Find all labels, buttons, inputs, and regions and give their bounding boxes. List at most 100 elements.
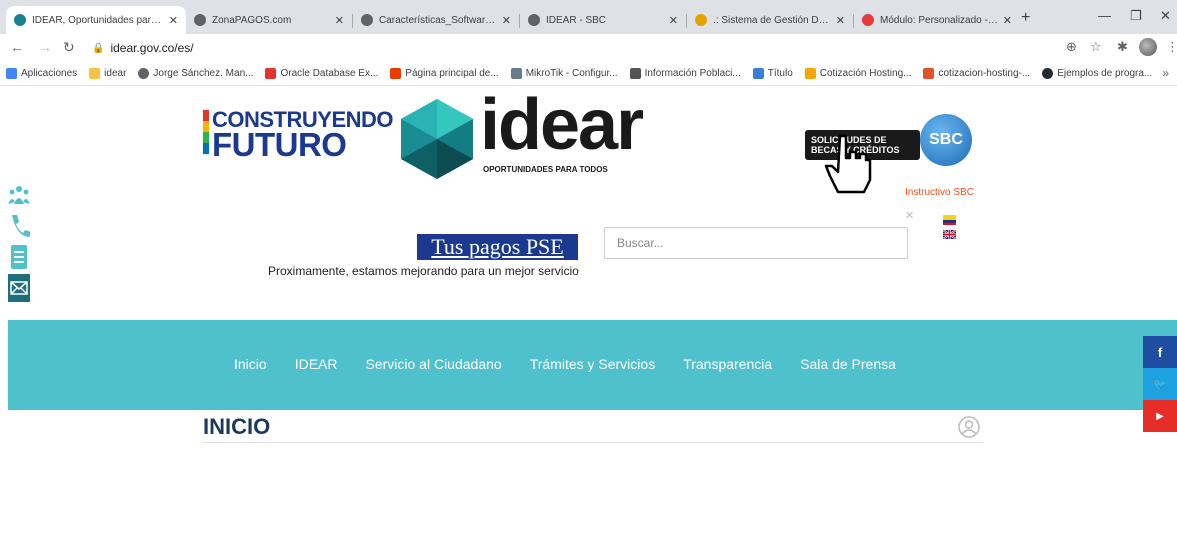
- bookmark-cotizacion-hosting-2[interactable]: cotizacion-hosting-...: [923, 68, 1030, 79]
- hosting-icon: [804, 68, 816, 79]
- spanish-flag-icon[interactable]: [943, 215, 956, 225]
- twitter-icon[interactable]: 🐦: [1143, 368, 1177, 400]
- pse-label: Tus pagos PSE: [431, 234, 564, 259]
- globe-icon: [194, 14, 206, 26]
- bookmark-label: Información Poblaci...: [644, 68, 741, 79]
- globe-icon: [138, 68, 150, 79]
- bookmark-label: Ejemplos de progra...: [1057, 68, 1153, 79]
- bookmark-oracle[interactable]: Oracle Database Ex...: [265, 68, 378, 79]
- maintenance-notice: Proximamente, estamos mejorando para un …: [268, 264, 579, 278]
- office-icon: [390, 68, 402, 79]
- sbc-badge-label: SBC: [929, 131, 963, 148]
- tab-label: .: Sistema de Gestión Documen: [713, 14, 832, 26]
- globe-icon: [361, 14, 373, 26]
- close-tab-icon[interactable]: ✕: [502, 14, 511, 27]
- nav-inicio[interactable]: Inicio: [234, 356, 267, 372]
- close-icon[interactable]: ✕: [905, 209, 914, 222]
- restore-button[interactable]: ❐: [1130, 8, 1142, 24]
- globe-icon: [528, 14, 540, 26]
- joomla-favicon-icon: [862, 14, 874, 26]
- close-window-button[interactable]: ✕: [1160, 8, 1171, 24]
- logo-cf-line2: FUTURO: [212, 126, 347, 163]
- mikrotik-icon: [510, 68, 522, 79]
- close-tab-icon[interactable]: ✕: [836, 14, 845, 27]
- bookmark-label: Título: [767, 68, 793, 79]
- facebook-icon[interactable]: f: [1143, 336, 1177, 368]
- bookmark-label: cotizacion-hosting-...: [938, 68, 1031, 79]
- forward-button[interactable]: →: [38, 39, 52, 55]
- nav-transparencia[interactable]: Transparencia: [683, 356, 772, 372]
- instructivo-sbc-link[interactable]: Instructivo SBC: [905, 187, 974, 198]
- document-icon[interactable]: [8, 242, 30, 272]
- nav-idear[interactable]: IDEAR: [295, 356, 338, 372]
- bookmark-pagina-principal[interactable]: Página principal de...: [390, 68, 499, 79]
- address-bar[interactable]: 🔒 idear.gov.co/es/: [92, 37, 1132, 59]
- url-text: idear.gov.co/es/: [110, 41, 194, 55]
- sbc-badge[interactable]: SBC: [920, 114, 972, 166]
- star-icon[interactable]: ☆: [1090, 39, 1102, 55]
- bookmark-ejemplos[interactable]: Ejemplos de progra...: [1042, 68, 1152, 79]
- extensions-icon[interactable]: ✱: [1117, 39, 1128, 55]
- nav-servicio-ciudadano[interactable]: Servicio al Ciudadano: [365, 356, 501, 372]
- idear-logo-tagline: OPORTUNIDADES PARA TODOS: [483, 165, 608, 174]
- bookmark-label: MikroTik - Configur...: [525, 68, 618, 79]
- page-content: CONSTRUYENDO FUTURO idear OPORTUNIDADES …: [0, 87, 1177, 536]
- cloud-icon: [629, 68, 641, 79]
- youtube-icon[interactable]: ▶: [1143, 400, 1177, 432]
- minimize-button[interactable]: —: [1098, 8, 1111, 23]
- menu-icon[interactable]: ⋮: [1166, 39, 1177, 55]
- main-navigation: Inicio IDEAR Servicio al Ciudadano Trámi…: [8, 320, 1177, 410]
- bookmark-label: Cotización Hosting...: [819, 68, 912, 79]
- bookmarks-bar: Aplicaciones idear Jorge Sánchez. Man...…: [0, 62, 1177, 86]
- browser-tab-idear[interactable]: IDEAR, Oportunidades para To ✕: [6, 6, 186, 34]
- search-input[interactable]: [604, 227, 908, 259]
- close-tab-icon[interactable]: ✕: [669, 14, 678, 27]
- bookmark-label: Jorge Sánchez. Man...: [153, 68, 254, 79]
- hand-cursor-icon: [824, 134, 872, 194]
- pse-payment-button[interactable]: Tus pagos PSE: [417, 234, 578, 260]
- phone-icon[interactable]: [8, 211, 30, 241]
- bookmark-label: idear: [104, 68, 127, 79]
- browser-tab-zonapagos[interactable]: ZonaPAGOS.com ✕: [186, 6, 352, 34]
- idear-logo-text[interactable]: idear: [480, 89, 644, 161]
- close-tab-icon[interactable]: ✕: [1003, 14, 1012, 27]
- close-tab-icon[interactable]: ✕: [335, 14, 344, 27]
- document-icon: [752, 68, 764, 79]
- nav-sala-prensa[interactable]: Sala de Prensa: [800, 356, 896, 372]
- back-button[interactable]: ←: [10, 39, 24, 55]
- gestion-favicon-icon: [695, 14, 707, 26]
- tab-label: IDEAR - SBC: [546, 14, 607, 26]
- tab-label: Características_Software_SBC_p: [379, 14, 498, 26]
- hosting-icon: [923, 68, 935, 79]
- reload-button[interactable]: ↻: [63, 39, 75, 56]
- idear-gem-icon: [401, 99, 473, 179]
- bookmark-titulo[interactable]: Título: [752, 68, 793, 79]
- bookmark-label: Aplicaciones: [21, 68, 78, 79]
- bookmark-aplicaciones[interactable]: Aplicaciones: [6, 68, 77, 79]
- more-bookmarks-icon[interactable]: »: [1162, 66, 1169, 80]
- browser-tab-caracteristicas[interactable]: Características_Software_SBC_p ✕: [353, 6, 519, 34]
- bookmark-informacion-poblacional[interactable]: Información Poblaci...: [629, 68, 741, 79]
- bookmark-label: Página principal de...: [405, 68, 499, 79]
- bookmark-jorge-sanchez[interactable]: Jorge Sánchez. Man...: [138, 68, 253, 79]
- browser-tab-idear-sbc[interactable]: IDEAR - SBC ✕: [520, 6, 686, 34]
- apps-icon: [6, 68, 17, 79]
- close-tab-icon[interactable]: ✕: [169, 14, 178, 27]
- nav-tramites-servicios[interactable]: Trámites y Servicios: [530, 356, 656, 372]
- english-flag-icon[interactable]: [943, 230, 956, 239]
- bookmark-cotizacion-hosting[interactable]: Cotización Hosting...: [804, 68, 912, 79]
- page-title: INICIO: [203, 414, 271, 439]
- tab-label: Módulo: Personalizado - IDEAR: [880, 14, 999, 26]
- new-tab-button[interactable]: +: [1021, 9, 1030, 27]
- zoom-icon[interactable]: ⊕: [1066, 39, 1077, 55]
- bookmark-mikrotik[interactable]: MikroTik - Configur...: [510, 68, 618, 79]
- mail-icon[interactable]: [8, 274, 30, 302]
- people-icon[interactable]: [8, 181, 30, 209]
- bookmark-idear[interactable]: idear: [89, 68, 126, 79]
- title-divider: [203, 442, 983, 443]
- user-icon[interactable]: [958, 416, 980, 438]
- profile-avatar[interactable]: [1139, 38, 1157, 56]
- browser-toolbar: ← → ↻ 🔒 idear.gov.co/es/ ⊕ ☆ ✱ ⋮: [0, 34, 1177, 62]
- browser-tab-modulo[interactable]: Módulo: Personalizado - IDEAR ✕: [854, 6, 1020, 34]
- browser-tab-gestion-documental[interactable]: .: Sistema de Gestión Documen ✕: [687, 6, 853, 34]
